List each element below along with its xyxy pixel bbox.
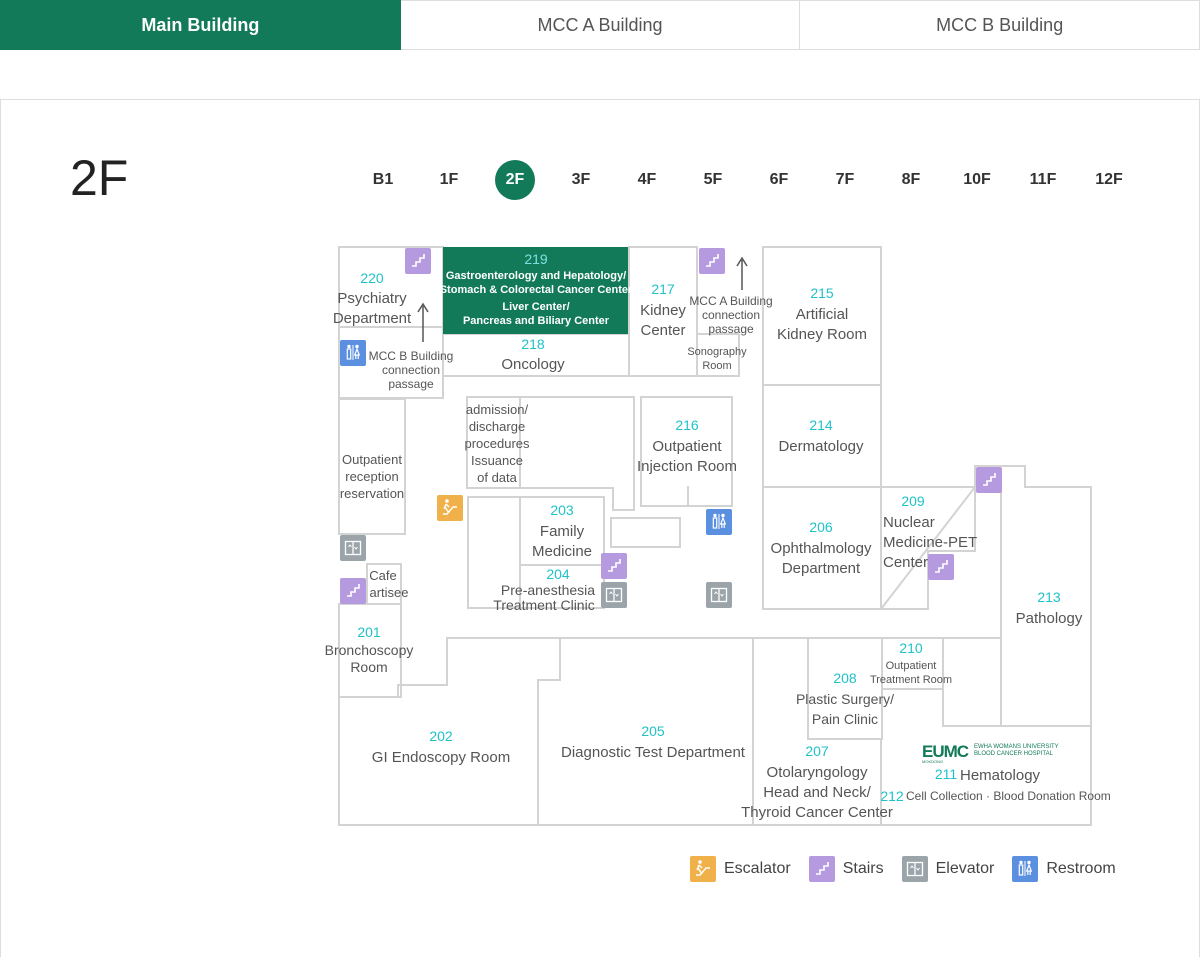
- room-220[interactable]: [338, 246, 444, 328]
- escalator-icon: [690, 856, 716, 882]
- tab-mcc-b-building[interactable]: MCC B Building: [800, 0, 1200, 50]
- floor-button-6f[interactable]: 6F: [759, 160, 799, 200]
- legend-stairs: Stairs: [808, 856, 884, 882]
- floor-button-4f[interactable]: 4F: [627, 160, 667, 200]
- restroom-icon: [1012, 856, 1039, 882]
- legend-restroom: Restroom: [1012, 856, 1116, 882]
- floor-button-7f[interactable]: 7F: [825, 160, 865, 200]
- floor-title: 2F: [70, 150, 129, 206]
- stairs-icon: [808, 856, 835, 882]
- floor-button-10f[interactable]: 10F: [957, 160, 997, 200]
- tab-main-building[interactable]: Main Building: [0, 0, 401, 50]
- elevator-icon: [901, 856, 928, 882]
- legend-label: Elevator: [935, 860, 995, 877]
- room-219[interactable]: [443, 247, 629, 334]
- floor-map-panel: [0, 99, 1200, 957]
- legend-label: Escalator: [724, 860, 791, 877]
- map-legend: Escalator Stairs Elevator Restroom: [690, 855, 1134, 883]
- legend-escalator: Escalator: [690, 856, 791, 882]
- legend-elevator: Elevator: [901, 856, 995, 882]
- floor-button-b1[interactable]: B1: [363, 160, 403, 200]
- tab-mcc-a-building[interactable]: MCC A Building: [400, 0, 801, 50]
- floor-button-5f[interactable]: 5F: [693, 160, 733, 200]
- building-tabs: Main Building MCC A Building MCC B Build…: [0, 0, 1200, 50]
- floor-button-3f[interactable]: 3F: [561, 160, 601, 200]
- floor-button-11f[interactable]: 11F: [1023, 160, 1063, 200]
- floor-button-12f[interactable]: 12F: [1089, 160, 1129, 200]
- floor-button-8f[interactable]: 8F: [891, 160, 931, 200]
- legend-label: Restroom: [1046, 860, 1116, 877]
- floor-button-1f[interactable]: 1F: [429, 160, 469, 200]
- floor-button-2f[interactable]: 2F: [495, 160, 535, 200]
- legend-label: Stairs: [842, 860, 884, 877]
